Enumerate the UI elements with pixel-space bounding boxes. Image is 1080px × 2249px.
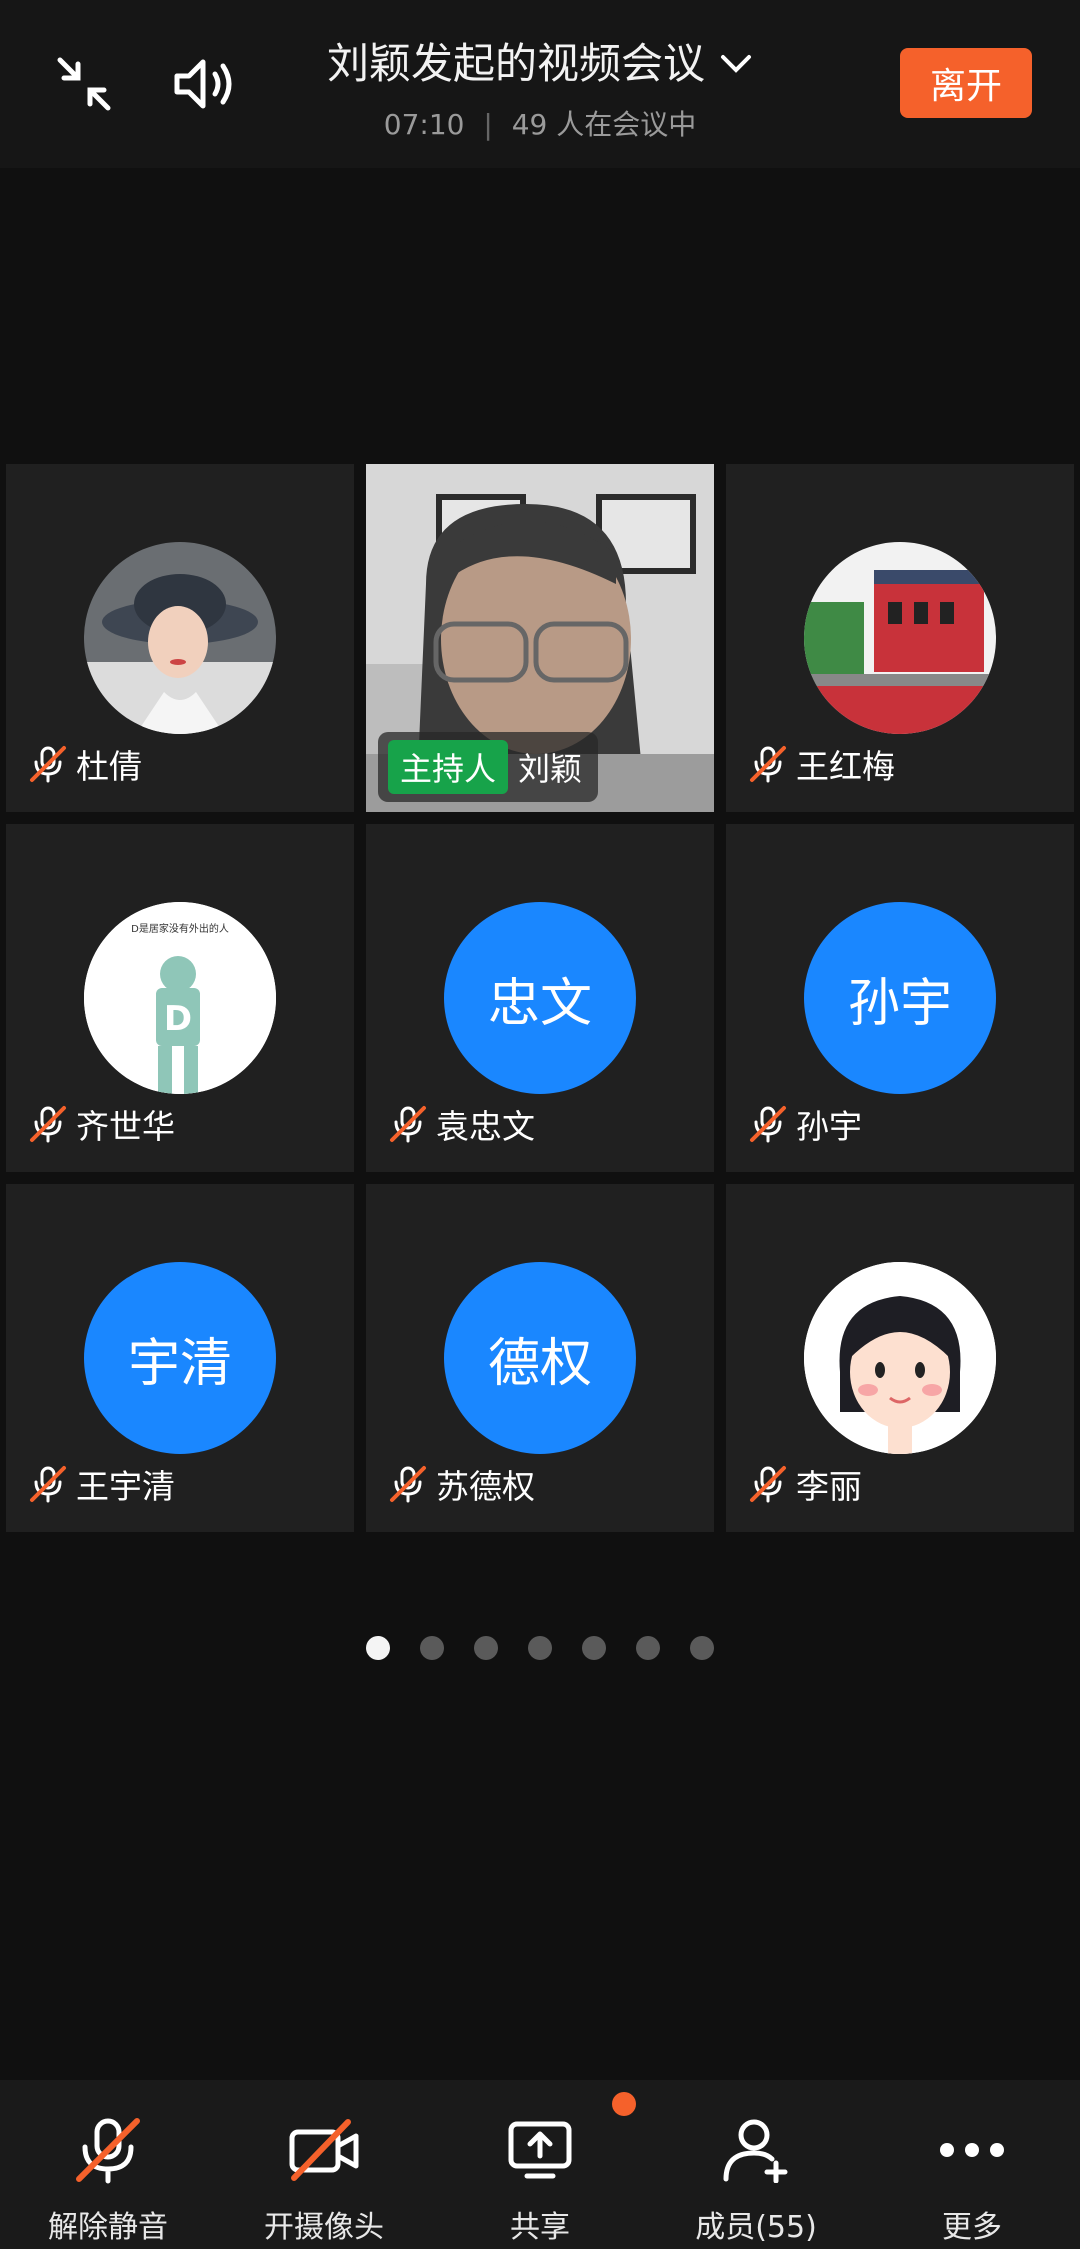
- participant-name-row: 李丽: [748, 1460, 862, 1508]
- members-label: 成员(55): [695, 2210, 817, 2245]
- avatar: [804, 542, 996, 734]
- meeting-title: 刘颖发起的视频会议: [326, 39, 705, 88]
- page-dot[interactable]: [366, 1636, 390, 1660]
- add-member-icon: [716, 2110, 796, 2190]
- participant-name-row: 王宇清: [28, 1460, 175, 1508]
- page-dot[interactable]: [420, 1636, 444, 1660]
- avatar: [804, 1262, 996, 1454]
- avatar: [84, 542, 276, 734]
- participant-tile[interactable]: 孙宇 孙宇: [726, 824, 1074, 1172]
- participant-tile[interactable]: 忠文 袁忠文: [366, 824, 714, 1172]
- participant-name-row: 齐世华: [28, 1100, 175, 1148]
- participant-count: 49 人在会议中: [511, 108, 697, 141]
- camera-button[interactable]: 开摄像头: [216, 2080, 432, 2249]
- participant-tile[interactable]: 德权 苏德权: [366, 1184, 714, 1532]
- avatar-caption: D是居家没有外出的人: [131, 924, 229, 935]
- avatar: 宇清: [84, 1262, 276, 1454]
- meeting-status: 07:10 | 49 人在会议中: [383, 108, 697, 141]
- mic-muted-icon: [28, 1104, 68, 1144]
- participant-video-tile[interactable]: 主持人 刘颖: [366, 464, 714, 812]
- page-dot[interactable]: [528, 1636, 552, 1660]
- chevron-down-icon[interactable]: [719, 36, 753, 85]
- svg-text:D: D: [164, 999, 192, 1039]
- avatar: D D是居家没有外出的人: [84, 902, 276, 1094]
- more-button[interactable]: 更多: [864, 2080, 1080, 2249]
- page-dot[interactable]: [636, 1636, 660, 1660]
- share-screen-icon: [500, 2110, 580, 2190]
- mic-muted-icon: [68, 2110, 148, 2190]
- speaker-icon[interactable]: [166, 46, 246, 122]
- participant-name: 齐世华: [76, 1107, 175, 1146]
- mic-muted-icon: [28, 744, 68, 784]
- participant-name: 苏德权: [436, 1467, 535, 1506]
- participant-tile[interactable]: 杜倩: [6, 464, 354, 812]
- mic-muted-icon: [748, 1464, 788, 1504]
- participant-name: 王宇清: [76, 1467, 175, 1506]
- leave-button[interactable]: 离开: [900, 48, 1032, 118]
- meeting-title-area[interactable]: 刘颖发起的视频会议 07:10 | 49 人在会议中: [290, 30, 790, 143]
- page-dot[interactable]: [690, 1636, 714, 1660]
- participant-tile[interactable]: D D是居家没有外出的人 齐世华: [6, 824, 354, 1172]
- participant-tile[interactable]: 王红梅: [726, 464, 1074, 812]
- participant-name: 李丽: [796, 1467, 862, 1506]
- notification-dot: [612, 2092, 636, 2116]
- host-label: 主持人 刘颖: [378, 732, 599, 802]
- participant-name: 杜倩: [76, 747, 142, 786]
- camera-off-icon: [284, 2110, 364, 2190]
- bottom-toolbar: 解除静音 开摄像头 共享 成员(55) 更多: [0, 2080, 1080, 2249]
- more-label: 更多: [942, 2210, 1002, 2245]
- mic-muted-icon: [388, 1464, 428, 1504]
- participant-tile[interactable]: 李丽: [726, 1184, 1074, 1532]
- participant-name-row: 王红梅: [748, 740, 895, 788]
- participant-name-row: 苏德权: [388, 1460, 535, 1508]
- avatar: 孙宇: [804, 902, 996, 1094]
- members-button[interactable]: 成员(55): [648, 2080, 864, 2249]
- exit-fullscreen-icon[interactable]: [48, 48, 120, 120]
- mic-muted-icon: [28, 1464, 68, 1504]
- participant-name: 刘颖: [518, 750, 583, 788]
- host-badge: 主持人: [388, 740, 509, 794]
- avatar: 忠文: [444, 902, 636, 1094]
- avatar: 德权: [444, 1262, 636, 1454]
- participant-name-row: 袁忠文: [388, 1100, 535, 1148]
- mic-muted-icon: [388, 1104, 428, 1144]
- page-indicator: [0, 1636, 1080, 1660]
- unmute-button[interactable]: 解除静音: [0, 2080, 216, 2249]
- participant-name: 袁忠文: [436, 1107, 535, 1146]
- share-label: 共享: [510, 2210, 570, 2245]
- participant-name: 孙宇: [796, 1107, 862, 1146]
- participant-name-row: 孙宇: [748, 1100, 862, 1148]
- page-dot[interactable]: [582, 1636, 606, 1660]
- camera-label: 开摄像头: [264, 2210, 384, 2245]
- top-bar: 刘颖发起的视频会议 07:10 | 49 人在会议中 离开: [0, 0, 1080, 168]
- page-dot[interactable]: [474, 1636, 498, 1660]
- participant-name-row: 杜倩: [28, 740, 142, 788]
- participant-tile[interactable]: 宇清 王宇清: [6, 1184, 354, 1532]
- more-icon: [932, 2110, 1012, 2190]
- mic-muted-icon: [748, 1104, 788, 1144]
- mic-muted-icon: [748, 744, 788, 784]
- participant-name: 王红梅: [796, 747, 895, 786]
- meeting-duration: 07:10: [383, 108, 465, 141]
- unmute-label: 解除静音: [48, 2210, 168, 2245]
